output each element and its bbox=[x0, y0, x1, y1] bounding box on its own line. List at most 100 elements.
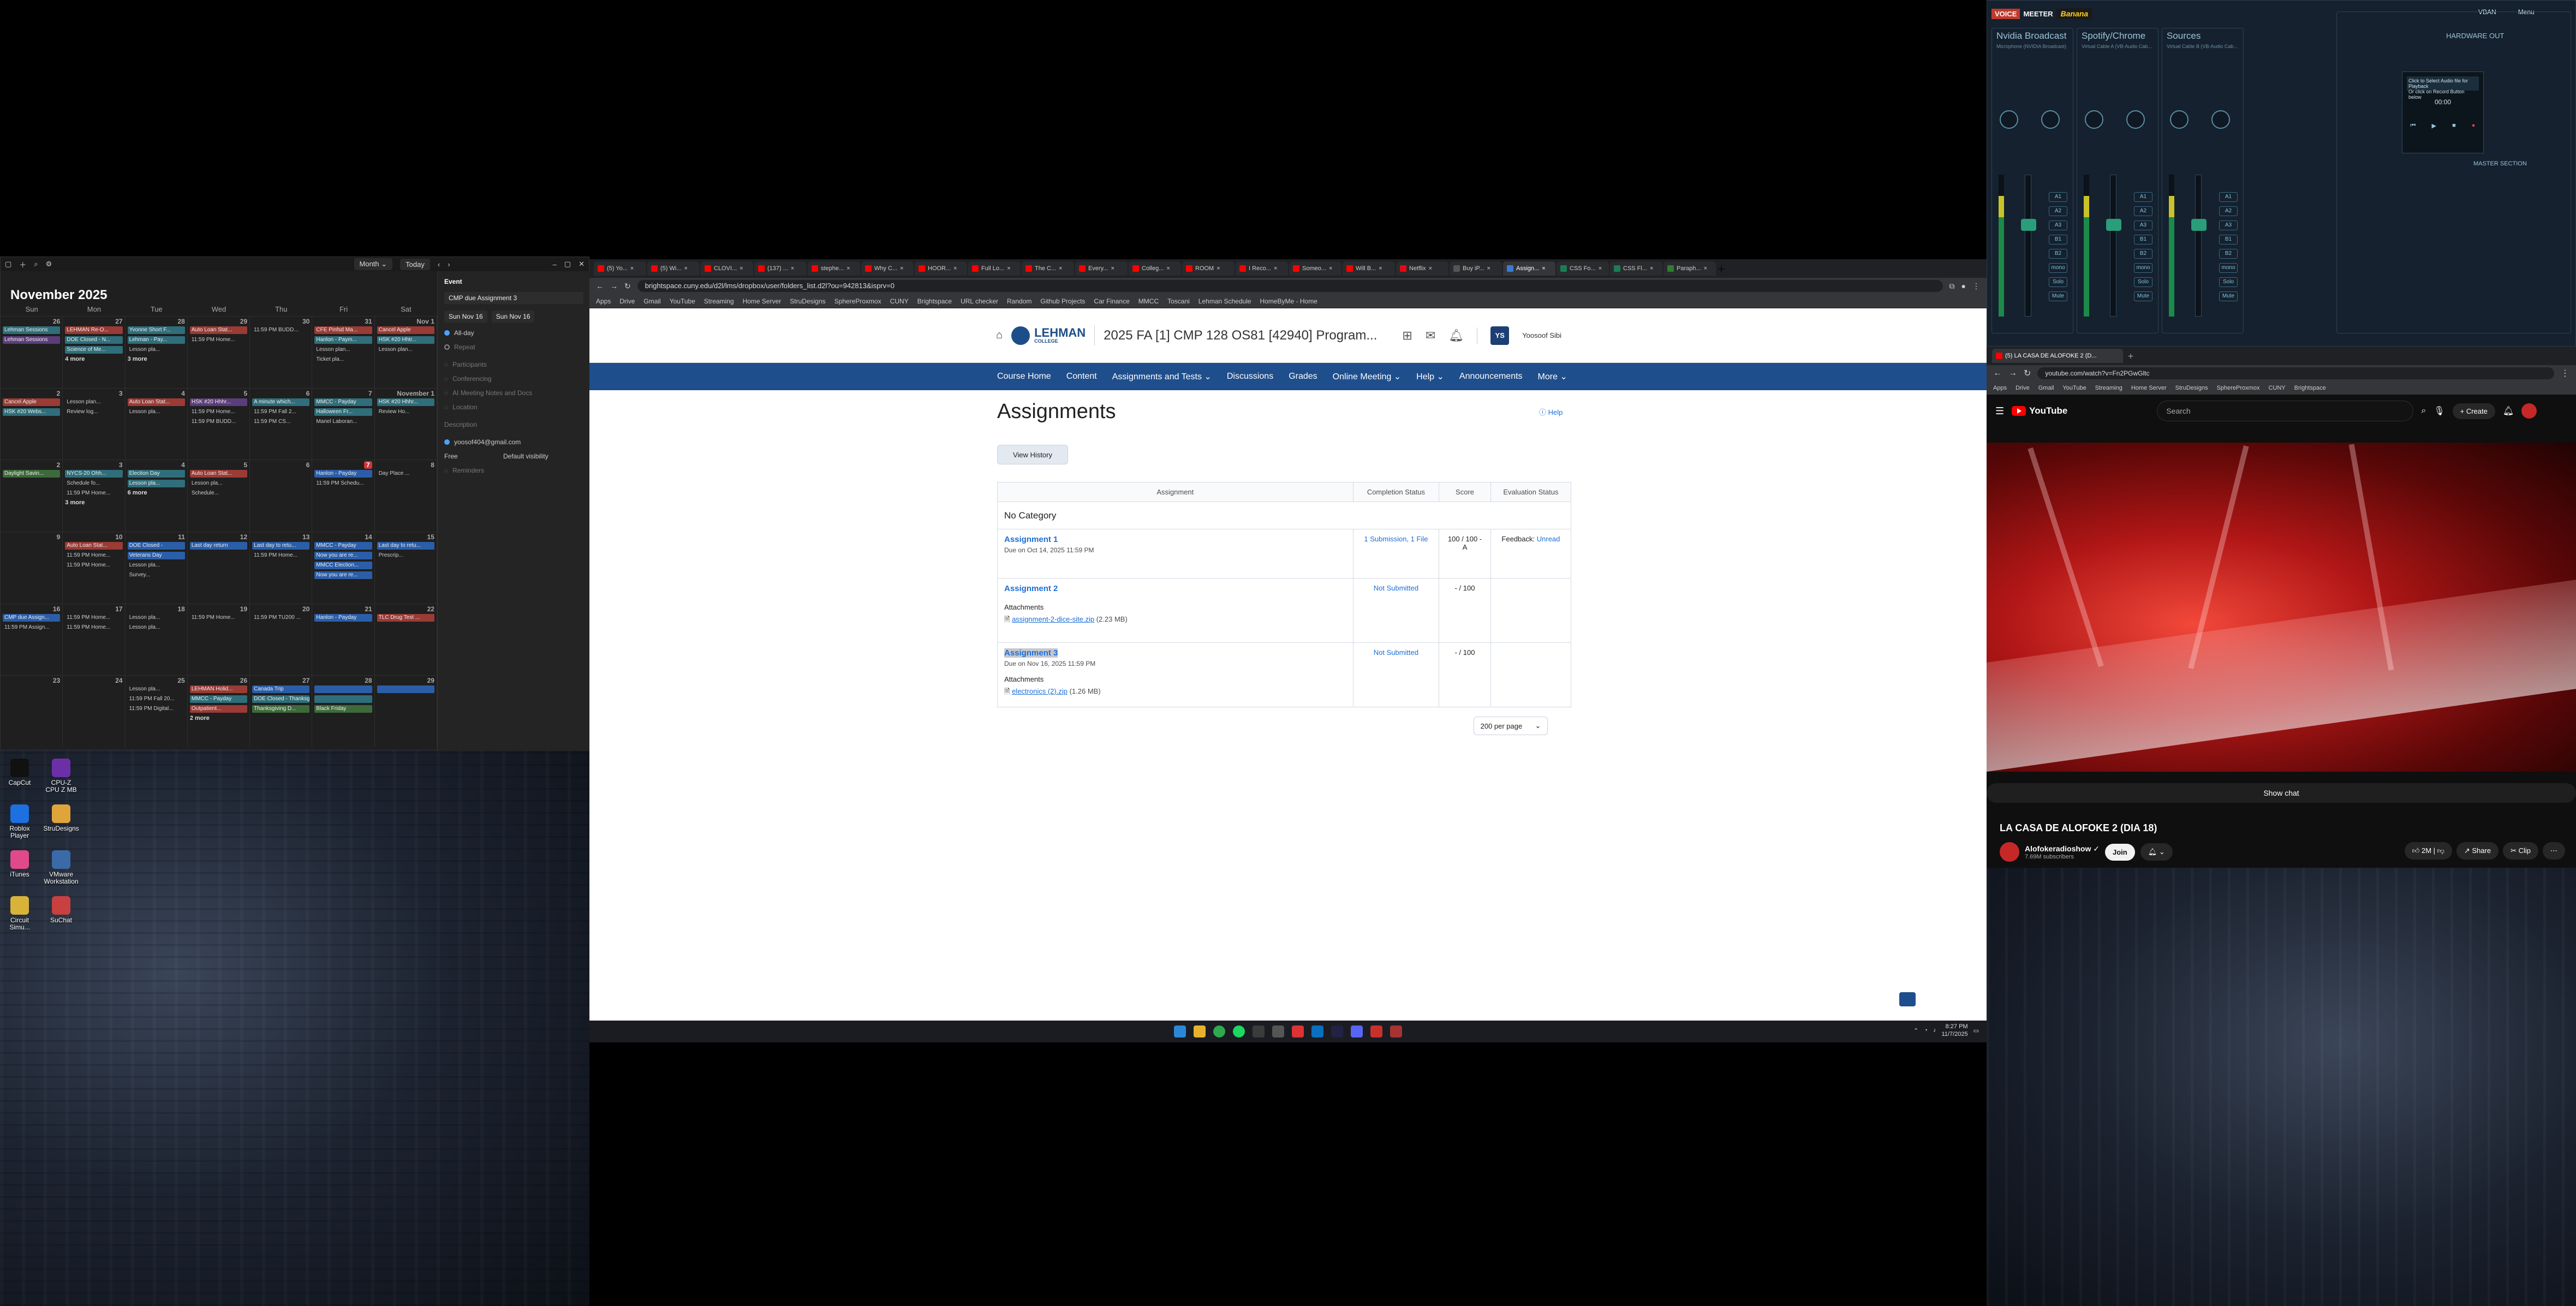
day-cell[interactable]: 23 bbox=[1, 676, 63, 747]
calendar-event[interactable]: Hanlon - Payday bbox=[314, 470, 372, 478]
day-number[interactable]: 3 bbox=[65, 461, 123, 470]
reload-icon[interactable]: ↻ bbox=[624, 282, 631, 291]
day-cell[interactable]: 6 bbox=[250, 460, 313, 532]
youtube-logo[interactable]: YouTube bbox=[2012, 405, 2067, 416]
share-button[interactable]: ↗ Share bbox=[2456, 842, 2499, 860]
reminders-label[interactable]: Reminders bbox=[452, 467, 484, 474]
calendar-event[interactable]: Halloween Fr... bbox=[314, 408, 372, 416]
calendar-event[interactable]: Hanlon - Payday bbox=[314, 613, 372, 622]
calendar-event[interactable]: HSK #20 Hhhr... bbox=[377, 398, 434, 406]
more-events-link[interactable]: 6 more bbox=[128, 490, 185, 496]
tab-close-icon[interactable]: × bbox=[1274, 265, 1277, 272]
forward-icon[interactable]: → bbox=[2008, 368, 2017, 378]
back-icon[interactable]: ← bbox=[596, 282, 604, 290]
calendar-event[interactable]: 11:59 PM Home... bbox=[65, 490, 122, 497]
notifications-center-icon[interactable]: ▭ bbox=[1973, 1027, 1979, 1034]
calendar-event[interactable]: Election Day bbox=[127, 470, 185, 478]
day-cell[interactable]: 28 Yvonne Short F... Lehman - Pay... Lesson… bbox=[126, 317, 188, 388]
day-cell[interactable]: 2 Cancel Apple HSK #20 Webs... bbox=[1, 388, 63, 460]
browser-tab[interactable]: ROOM × bbox=[1182, 261, 1235, 276]
strip-button[interactable]: A1 bbox=[2049, 192, 2067, 202]
browser-tab[interactable]: Paraph... × bbox=[1663, 261, 1716, 276]
calendar-event[interactable]: Review log... bbox=[65, 408, 122, 416]
day-cell[interactable]: 16 CMP due Assign... 11:59 PM Assign... bbox=[1, 604, 63, 676]
new-tab-icon[interactable]: ＋ bbox=[1717, 262, 1726, 275]
tab-close-icon[interactable]: × bbox=[1542, 265, 1545, 272]
day-number[interactable]: 26 bbox=[190, 677, 247, 685]
calendar-event[interactable]: Hanlon - Paym... bbox=[314, 336, 372, 344]
day-number[interactable]: 12 bbox=[190, 533, 247, 542]
day-cell[interactable]: 7 MMCC - Payday Halloween Fr... Mariel Labo… bbox=[312, 388, 375, 460]
calendar-event[interactable]: Last day return bbox=[189, 542, 248, 550]
tab-close-icon[interactable]: × bbox=[1704, 265, 1707, 272]
calendar-event[interactable]: Now you are re... bbox=[314, 571, 372, 579]
calendar-event[interactable]: Last day to retu... bbox=[252, 542, 310, 550]
gain-fader[interactable] bbox=[2106, 175, 2121, 317]
tab-close-icon[interactable]: × bbox=[684, 265, 688, 272]
join-button[interactable]: Join bbox=[2104, 843, 2135, 861]
day-cell[interactable]: 20 11:59 PM TU200 ... bbox=[250, 604, 313, 676]
calendar-event[interactable]: CFE Pinfsd Ma... bbox=[314, 326, 372, 334]
completion-status-link[interactable]: 1 Submission, 1 File bbox=[1364, 535, 1428, 543]
calendar-event[interactable]: Science of Me... bbox=[65, 346, 123, 354]
day-number[interactable]: 24 bbox=[65, 677, 122, 685]
calendar-event[interactable]: Review Ho... bbox=[377, 408, 434, 416]
strip-button[interactable]: B1 bbox=[2219, 235, 2238, 244]
day-cell[interactable]: 14 MMCC - Payday Now you are re... MMCC Ele… bbox=[312, 532, 375, 604]
chrome-icon[interactable] bbox=[1213, 1025, 1225, 1037]
bookmark-item[interactable]: Car Finance bbox=[1094, 297, 1129, 305]
day-cell[interactable]: Nov 1 Cancel Apple HSK #20 Hhtr... Lesson p… bbox=[375, 317, 437, 388]
calendar-event[interactable]: Daylight Savin... bbox=[3, 470, 61, 478]
day-number[interactable]: 8 bbox=[377, 461, 434, 470]
attachment-link[interactable]: electronics (2).zip bbox=[1012, 687, 1068, 695]
calendar-event[interactable]: Lesson pla... bbox=[128, 685, 185, 693]
desktop-icon[interactable]: SuChat bbox=[44, 896, 79, 924]
more-events-link[interactable]: 3 more bbox=[65, 499, 122, 506]
day-number[interactable]: 29 bbox=[190, 318, 247, 326]
strip-button[interactable]: A2 bbox=[2219, 206, 2238, 216]
tab-close-icon[interactable]: × bbox=[1650, 265, 1653, 272]
calendar-event[interactable]: 11:59 PM Home... bbox=[190, 408, 247, 416]
calendar-event[interactable]: Auto Loan Stat... bbox=[189, 326, 248, 334]
strip-knob[interactable] bbox=[2211, 110, 2230, 129]
calendar-event[interactable]: Black Friday bbox=[314, 705, 372, 713]
day-cell[interactable]: 11 DOE Closed - Veterans Day Lesson pla... S… bbox=[126, 532, 188, 604]
notify-bell-button[interactable]: 🔔︎ ⌄ bbox=[2140, 843, 2173, 861]
location-label[interactable]: Location bbox=[452, 403, 477, 411]
day-cell[interactable]: 29 Auto Loan Stat... 11:59 PM Home... bbox=[188, 317, 251, 388]
day-number[interactable]: 18 bbox=[128, 605, 184, 614]
like-button[interactable]: 👍︎ 2M | 👎︎ bbox=[2404, 842, 2452, 860]
day-cell[interactable]: 15 Last day to retu... Prescrip... bbox=[375, 532, 437, 604]
calendar-event[interactable]: Ticket pla... bbox=[314, 356, 372, 363]
browser-tab[interactable]: (137) ... × bbox=[754, 261, 807, 276]
day-number[interactable]: 3 bbox=[65, 390, 123, 398]
strip-button[interactable]: Mute bbox=[2134, 291, 2152, 301]
calendar-event[interactable]: Lesson plan... bbox=[377, 346, 434, 354]
tab-close-icon[interactable]: × bbox=[791, 265, 794, 272]
desktop-icon[interactable]: CPU-Z CPU Z MB bbox=[44, 759, 79, 794]
desktop-icon[interactable]: Roblox Player bbox=[2, 804, 37, 839]
strip-button[interactable]: B1 bbox=[2134, 235, 2152, 244]
next-month-icon[interactable]: › bbox=[448, 260, 450, 269]
more-actions-button[interactable]: ⋯ bbox=[2543, 842, 2565, 860]
nav-item[interactable]: Content bbox=[1066, 372, 1097, 381]
bookmark-item[interactable]: StruDesigns bbox=[790, 297, 825, 305]
bookmark-item[interactable]: Home Server bbox=[743, 297, 782, 305]
day-cell[interactable]: 3 Lesson plan... Review log... bbox=[63, 388, 126, 460]
day-number[interactable]: Nov 1 bbox=[377, 318, 434, 326]
calendar-event[interactable]: DOE Closed - N... bbox=[65, 336, 123, 344]
hamburger-icon[interactable]: ☰ bbox=[1995, 405, 2004, 417]
browser-tab[interactable]: Full Lo... × bbox=[968, 261, 1021, 276]
repeat-icon[interactable] bbox=[444, 344, 450, 350]
strip-button[interactable]: A3 bbox=[2219, 220, 2238, 230]
bookmark-item[interactable]: SphereProxmox bbox=[834, 297, 881, 305]
notifications-icon[interactable]: 🔔︎ bbox=[1448, 329, 1464, 343]
day-cell[interactable]: 21 Hanlon - Payday bbox=[312, 604, 375, 676]
bookmark-item[interactable]: HomeByMe - Home bbox=[1260, 297, 1317, 305]
calendar-event[interactable]: CMP due Assign... bbox=[3, 613, 61, 622]
day-cell[interactable]: 5 HSK #20 Hhhr... 11:59 PM Home... 11:59 PM… bbox=[188, 388, 251, 460]
day-cell[interactable]: 27 LEHMAN Re-O... DOE Closed - N... Science… bbox=[63, 317, 126, 388]
tab-close-icon[interactable]: × bbox=[1166, 265, 1170, 272]
more-events-link[interactable]: 2 more bbox=[190, 715, 247, 721]
calendar-event[interactable]: 11:59 PM Home... bbox=[65, 614, 122, 622]
